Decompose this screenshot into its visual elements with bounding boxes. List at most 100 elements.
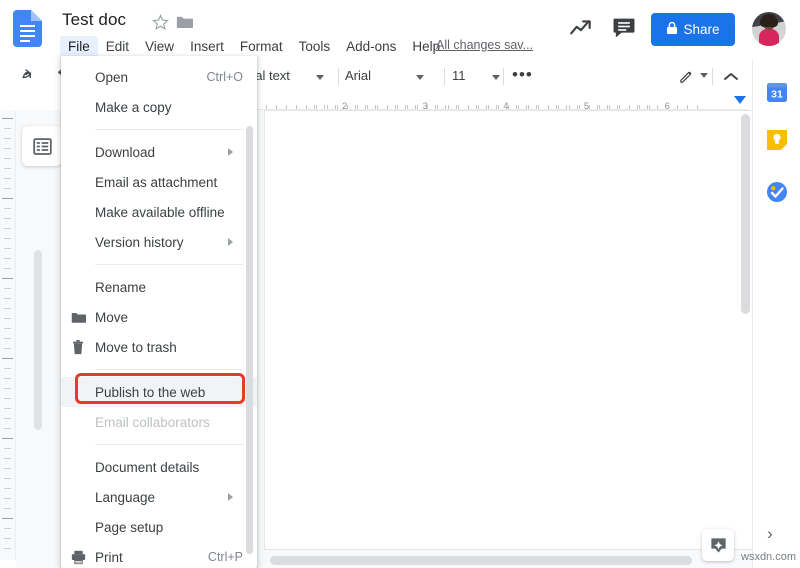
menu-scrollbar-thumb[interactable] <box>246 126 253 554</box>
paragraph-style-dropdown[interactable]: nal text <box>248 68 336 83</box>
menu-format[interactable]: Format <box>232 36 291 58</box>
vertical-ruler-tick <box>4 218 11 219</box>
ruler-tick <box>387 105 389 109</box>
comment-history-icon[interactable] <box>610 14 638 42</box>
menu-item-document-details[interactable]: Document details <box>61 452 257 482</box>
menu-item-move-to-trash[interactable]: Move to trash <box>61 332 257 362</box>
document-outline-icon[interactable] <box>22 126 62 166</box>
font-family-dropdown[interactable]: Arial <box>345 68 437 83</box>
menu-item-label: Download <box>95 144 156 160</box>
menu-item-page-setup[interactable]: Page setup <box>61 512 257 542</box>
google-calendar-icon[interactable]: 31 <box>765 80 789 104</box>
ruler-tick <box>326 105 328 109</box>
menu-item-download[interactable]: Download <box>61 137 257 167</box>
vertical-ruler-tick <box>4 488 11 489</box>
vertical-ruler-tick <box>4 418 11 419</box>
menu-item-make-a-copy[interactable]: Make a copy <box>61 92 257 122</box>
vertical-ruler-tick <box>4 238 11 239</box>
menu-addons[interactable]: Add-ons <box>338 36 404 58</box>
vertical-ruler-tick <box>4 308 11 309</box>
menu-view[interactable]: View <box>137 36 182 58</box>
submenu-arrow-icon <box>228 148 233 156</box>
menu-item-email-as-attachment[interactable]: Email as attachment <box>61 167 257 197</box>
document-title[interactable]: Test doc <box>62 10 126 30</box>
ruler-tick <box>616 105 618 109</box>
vertical-scrollbar[interactable] <box>741 114 750 546</box>
menu-separator <box>95 369 243 370</box>
ruler-tick <box>435 105 437 109</box>
ruler-tick <box>687 105 689 109</box>
menu-file[interactable]: File <box>60 36 98 58</box>
google-docs-icon[interactable] <box>13 10 42 47</box>
vertical-ruler-tick <box>4 528 11 529</box>
menu-item-language[interactable]: Language <box>61 482 257 512</box>
menu-item-label: Print <box>95 549 123 565</box>
vertical-ruler-tick <box>4 288 11 289</box>
vertical-ruler-tick <box>4 498 11 499</box>
menu-edit[interactable]: Edit <box>98 36 137 58</box>
ruler-tick <box>558 105 560 109</box>
file-menu-dropdown[interactable]: Open Ctrl+O Make a copy Download Email as at… <box>61 56 257 568</box>
menu-item-label: Rename <box>95 279 147 295</box>
menu-item-version-history[interactable]: Version history <box>61 227 257 257</box>
menu-item-make-available-offline[interactable]: Make available offline <box>61 197 257 227</box>
vertical-scrollbar-thumb[interactable] <box>741 114 750 314</box>
vertical-ruler-tick <box>2 198 13 199</box>
star-outline-icon[interactable] <box>152 13 169 31</box>
ruler-tick <box>487 105 489 109</box>
font-family-value: Arial <box>345 68 372 83</box>
explore-icon <box>710 537 726 553</box>
share-button[interactable]: Share <box>651 13 735 46</box>
vertical-ruler-tick <box>2 358 13 359</box>
ruler-tick <box>334 105 336 109</box>
right-indent-marker[interactable] <box>734 96 746 104</box>
expand-sidebar-chevron-icon[interactable]: › <box>767 525 773 543</box>
menu-item-open[interactable]: Open Ctrl+O <box>61 62 257 92</box>
save-status-label[interactable]: All changes sav... <box>436 38 533 52</box>
move-to-folder-icon[interactable] <box>176 15 193 29</box>
edit-mode-pencil-icon[interactable] <box>678 68 695 90</box>
explore-button[interactable] <box>702 529 734 561</box>
horizontal-scrollbar[interactable] <box>270 556 750 565</box>
ruler-tick <box>395 105 397 109</box>
vertical-ruler-tick <box>4 298 11 299</box>
menu-insert[interactable]: Insert <box>182 36 232 58</box>
activity-dashboard-icon[interactable] <box>568 16 594 42</box>
ruler-tick <box>447 105 449 109</box>
ruler-tick <box>286 105 288 109</box>
undo-icon[interactable] <box>22 67 40 90</box>
ruler-tick <box>437 105 439 109</box>
edit-mode-chevron-down-icon[interactable] <box>700 73 708 78</box>
left-scrollbar-thumb[interactable] <box>34 250 42 430</box>
ruler-tick <box>697 105 699 109</box>
vertical-ruler-tick <box>4 178 11 179</box>
google-keep-icon[interactable] <box>765 128 789 152</box>
avatar[interactable] <box>752 12 786 46</box>
menu-item-label: Email collaborators <box>95 414 210 430</box>
vertical-ruler-tick <box>4 478 11 479</box>
ruler-tick <box>516 105 518 109</box>
menu-item-move[interactable]: Move <box>61 302 257 332</box>
more-options-button[interactable]: ••• <box>512 66 533 84</box>
menu-item-rename[interactable]: Rename <box>61 272 257 302</box>
ruler-tick <box>475 105 477 109</box>
menu-item-label: Document details <box>95 459 200 475</box>
menu-item-print[interactable]: Print Ctrl+P <box>61 542 257 568</box>
menu-item-publish-to-the-web[interactable]: Publish to the web <box>61 377 257 407</box>
document-page[interactable] <box>264 110 754 550</box>
menu-item-label: Make available offline <box>95 204 225 220</box>
collapse-chevron-icon[interactable] <box>723 70 739 88</box>
google-tasks-icon[interactable] <box>765 180 789 204</box>
vertical-ruler-tick <box>4 268 11 269</box>
vertical-ruler-tick <box>4 318 11 319</box>
vertical-ruler-tick <box>2 118 13 119</box>
ruler-tick <box>467 105 469 109</box>
vertical-ruler-tick <box>4 448 11 449</box>
horizontal-ruler[interactable]: 23456 <box>248 92 748 112</box>
right-sidebar: 31 › <box>752 60 800 568</box>
ruler-tick <box>376 105 378 109</box>
font-size-dropdown[interactable]: 11 <box>452 68 502 83</box>
menu-tools[interactable]: Tools <box>291 36 339 58</box>
ruler-tick <box>306 105 308 109</box>
horizontal-scrollbar-thumb[interactable] <box>270 556 692 565</box>
